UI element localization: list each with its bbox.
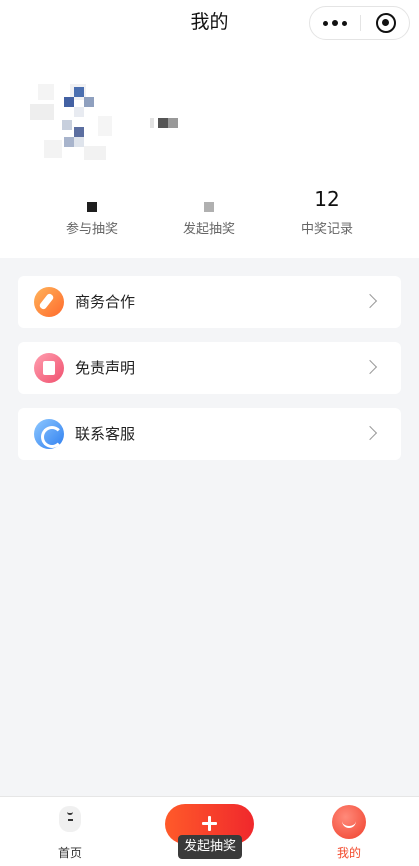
menu-item-business[interactable]: 商务合作: [18, 276, 401, 328]
stat-value-redacted: [204, 202, 214, 212]
miniprogram-capsule: [309, 6, 410, 40]
stat-wins[interactable]: 12 中奖记录: [272, 186, 382, 246]
disclaimer-doc-icon: [34, 353, 64, 383]
page-title: 我的: [190, 11, 229, 33]
stat-participated[interactable]: 参与抽奖: [37, 186, 147, 246]
tab-mine-label: 我的: [336, 846, 361, 860]
stat-label: 参与抽奖: [65, 222, 118, 237]
tab-mine[interactable]: 我的: [299, 797, 399, 866]
tab-home[interactable]: 首页: [20, 797, 120, 866]
nickname-redacted: [150, 118, 182, 128]
chevron-right-icon: [362, 359, 378, 375]
menu-item-customer-service[interactable]: 联系客服: [18, 408, 401, 460]
tab-home-label: 首页: [57, 846, 82, 860]
capsule-divider: [360, 15, 361, 31]
avatar[interactable]: [22, 76, 122, 176]
mine-face-icon: [332, 805, 366, 839]
target-icon[interactable]: [376, 13, 396, 33]
navigation-bar: 我的: [0, 0, 419, 46]
create-lottery-label[interactable]: 发起抽奖: [178, 835, 242, 859]
menu-item-disclaimer[interactable]: 免责声明: [18, 342, 401, 394]
tab-bar: 首页 发起抽奖 我的: [0, 796, 419, 866]
profile-section: 参与抽奖 发起抽奖 12 中奖记录: [0, 46, 419, 258]
stat-value: 12: [314, 187, 340, 211]
stat-initiated[interactable]: 发起抽奖: [154, 186, 264, 246]
menu-item-label: 免责声明: [75, 359, 136, 377]
chevron-right-icon: [362, 293, 378, 309]
customer-service-icon: [34, 419, 64, 449]
stat-value-redacted: [87, 202, 97, 212]
stat-label: 中奖记录: [300, 222, 353, 237]
chevron-right-icon: [362, 425, 378, 441]
menu-item-label: 商务合作: [75, 293, 136, 311]
more-dots-icon[interactable]: [310, 7, 360, 39]
stat-label: 发起抽奖: [182, 222, 235, 237]
menu-item-label: 联系客服: [75, 425, 136, 443]
stats-row: 参与抽奖 发起抽奖 12 中奖记录: [0, 186, 419, 246]
home-icon: [59, 806, 81, 832]
business-pen-icon: [34, 287, 64, 317]
